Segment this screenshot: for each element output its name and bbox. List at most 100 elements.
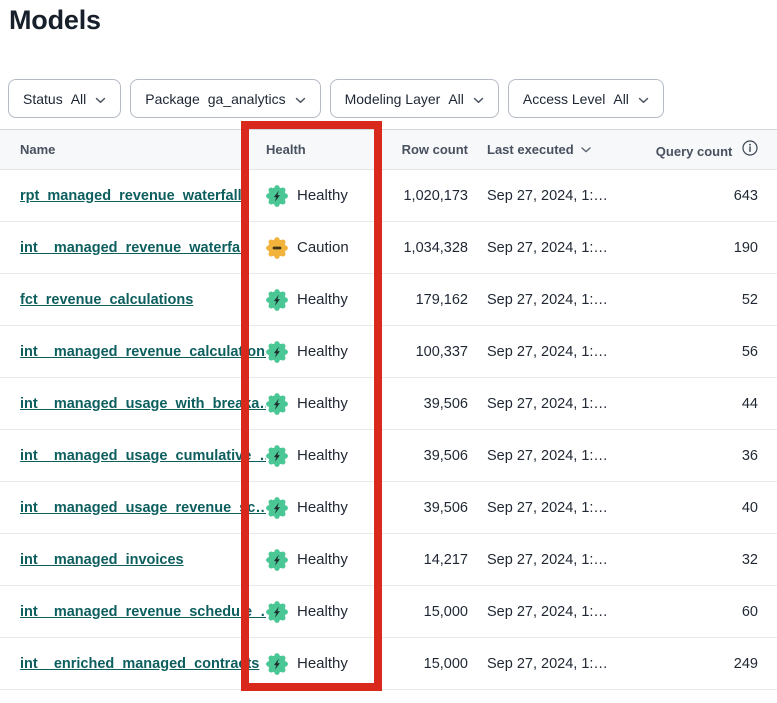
column-header-last-executed[interactable]: Last executed [468,142,654,157]
row-count-value: 39,506 [390,500,468,516]
caution-badge-icon [266,237,288,259]
model-name-link[interactable]: int__managed_invoices [20,552,184,568]
model-name-link[interactable]: fct_revenue_calculations [20,292,193,308]
chevron-down-icon [295,91,306,107]
health-cell: Healthy [266,653,390,675]
column-header-health[interactable]: Health [266,142,390,157]
healthy-badge-icon [266,497,288,519]
health-status-label: Healthy [297,551,348,568]
health-cell: Healthy [266,601,390,623]
healthy-badge-icon [266,289,288,311]
access-level-filter[interactable]: Access Level All [508,79,664,118]
query-count-value: 190 [654,240,777,256]
column-header-name[interactable]: Name [0,142,266,157]
health-cell: Caution [266,237,390,259]
status-filter-value: All [71,91,87,107]
healthy-badge-icon [266,445,288,467]
modeling-layer-filter-label: Modeling Layer [345,91,441,107]
last-executed-value: Sep 27, 2024, 1:… [468,396,654,412]
health-cell: Healthy [266,341,390,363]
column-header-row-count[interactable]: Row count [390,142,468,157]
health-cell: Healthy [266,393,390,415]
column-header-query-count-label: Query count [656,144,733,159]
table-row: int__managed_revenue_schedule_… [0,586,777,638]
row-count-value: 15,000 [390,656,468,672]
health-status-label: Healthy [297,603,348,620]
health-status-label: Caution [297,239,349,256]
query-count-value: 44 [654,396,777,412]
model-name-link[interactable]: int__managed_revenue_calculations [20,344,266,360]
model-name-link[interactable]: int__managed_usage_with_breaka… [20,396,266,412]
table-row: int__managed_invoices [0,534,777,586]
query-count-value: 32 [654,552,777,568]
table-row: int__managed_usage_with_breaka… [0,378,777,430]
package-filter[interactable]: Package ga_analytics [130,79,320,118]
health-status-label: Healthy [297,187,348,204]
row-count-value: 39,506 [390,396,468,412]
page-title: Models [9,5,101,36]
query-count-value: 60 [654,604,777,620]
table-row: int__managed_revenue_waterfall [0,222,777,274]
models-table: Name Health Row count Last executed Quer… [0,129,777,690]
healthy-badge-icon [266,393,288,415]
chevron-down-icon [638,91,649,107]
healthy-badge-icon [266,549,288,571]
last-executed-value: Sep 27, 2024, 1:… [468,292,654,308]
sort-chevron-icon[interactable] [581,141,591,156]
table-body: rpt_managed_revenue_waterfall [0,170,777,690]
last-executed-value: Sep 27, 2024, 1:… [468,344,654,360]
health-cell: Healthy [266,445,390,467]
query-count-value: 643 [654,188,777,204]
last-executed-value: Sep 27, 2024, 1:… [468,188,654,204]
query-count-value: 36 [654,448,777,464]
access-level-filter-value: All [613,91,629,107]
modeling-layer-filter[interactable]: Modeling Layer All [330,79,499,118]
package-filter-label: Package [145,91,199,107]
row-count-value: 1,020,173 [390,188,468,204]
model-name-link[interactable]: int__managed_revenue_schedule_… [20,604,266,620]
row-count-value: 39,506 [390,448,468,464]
chevron-down-icon [95,91,106,107]
health-cell: Healthy [266,497,390,519]
column-header-last-executed-label: Last executed [487,142,574,157]
model-name-link[interactable]: int__managed_revenue_waterfall [20,240,248,256]
row-count-value: 100,337 [390,344,468,360]
healthy-badge-icon [266,341,288,363]
healthy-badge-icon [266,601,288,623]
package-filter-value: ga_analytics [208,91,286,107]
query-count-value: 249 [654,656,777,672]
health-status-label: Healthy [297,655,348,672]
query-count-value: 52 [654,292,777,308]
health-status-label: Healthy [297,447,348,464]
health-cell: Healthy [266,289,390,311]
model-name-link[interactable]: int__managed_usage_revenue_sc… [20,500,266,516]
query-count-value: 40 [654,500,777,516]
model-name-link[interactable]: int__enriched_managed_contracts [20,656,259,672]
table-row: int__managed_usage_cumulative_… [0,430,777,482]
status-filter[interactable]: Status All [8,79,121,118]
modeling-layer-filter-value: All [448,91,464,107]
healthy-badge-icon [266,653,288,675]
row-count-value: 179,162 [390,292,468,308]
health-status-label: Healthy [297,343,348,360]
row-count-value: 1,034,328 [390,240,468,256]
last-executed-value: Sep 27, 2024, 1:… [468,552,654,568]
row-count-value: 15,000 [390,604,468,620]
info-icon[interactable] [742,144,758,159]
last-executed-value: Sep 27, 2024, 1:… [468,656,654,672]
table-row: int__enriched_managed_contracts [0,638,777,690]
model-name-link[interactable]: rpt_managed_revenue_waterfall [20,188,242,204]
health-cell: Healthy [266,549,390,571]
chevron-down-icon [473,91,484,107]
model-name-link[interactable]: int__managed_usage_cumulative_… [20,448,266,464]
last-executed-value: Sep 27, 2024, 1:… [468,240,654,256]
table-row: int__managed_usage_revenue_sc… [0,482,777,534]
health-status-label: Healthy [297,291,348,308]
last-executed-value: Sep 27, 2024, 1:… [468,604,654,620]
health-status-label: Healthy [297,395,348,412]
table-row: fct_revenue_calculations [0,274,777,326]
status-filter-label: Status [23,91,63,107]
column-header-query-count[interactable]: Query count [654,140,777,159]
row-count-value: 14,217 [390,552,468,568]
filter-bar: Status All Package ga_analytics Modeling… [8,79,664,118]
